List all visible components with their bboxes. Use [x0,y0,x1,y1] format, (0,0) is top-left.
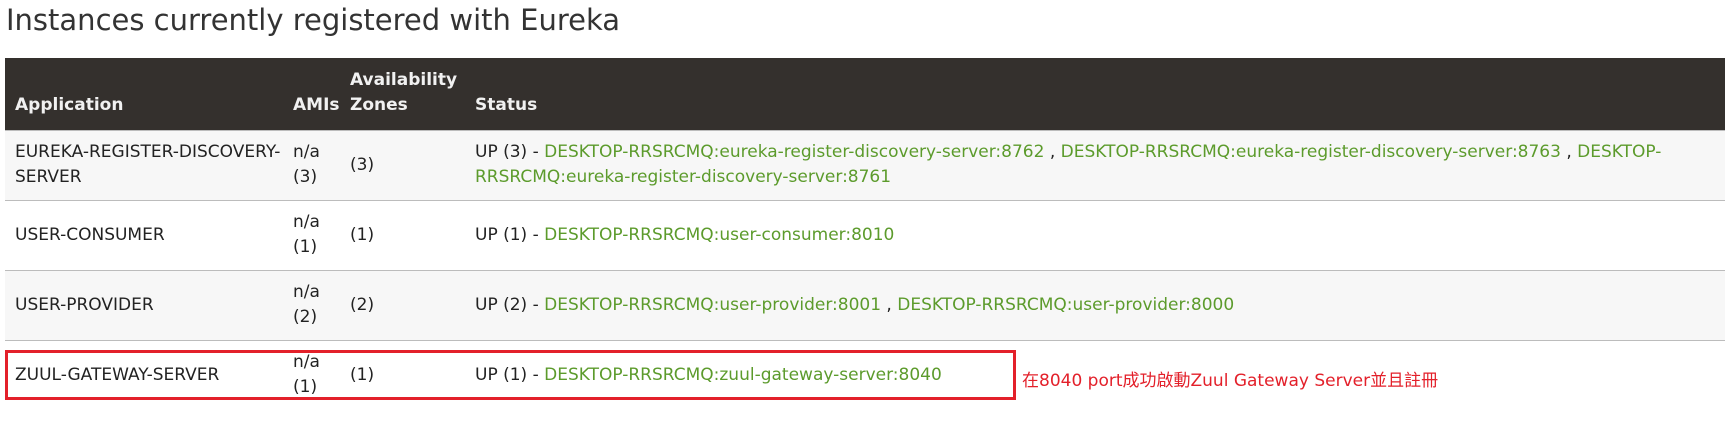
instance-link[interactable]: DESKTOP-RRSRCMQ:user-consumer:8010 [544,225,894,245]
column-header-availability-zones: Availability Zones [340,58,465,130]
status-cell: UP (2) - DESKTOP-RRSRCMQ:user-provider:8… [465,269,1725,340]
table-row: USER-PROVIDER n/a (2) (2) UP (2) - DESKTO… [5,269,1725,340]
amis-count: (2) [293,307,318,327]
amis-cell: n/a (1) [283,199,340,270]
link-separator: , [1044,142,1061,162]
instance-link[interactable]: DESKTOP-RRSRCMQ:user-provider:8000 [897,295,1234,315]
table-header-row: Application AMIs Availability Zones Statu… [5,58,1725,130]
column-header-status: Status [475,94,538,115]
zones-cell: (3) [340,129,465,200]
zones-cell: (2) [340,269,465,340]
zones-header-line2: Zones [350,94,408,115]
status-prefix: UP (3) - [475,142,545,162]
zones-header-line1: Availability [350,69,458,90]
page-title: Instances currently registered with Eure… [6,3,621,37]
table-row: EUREKA-REGISTER-DISCOVERY- SERVER n/a (3) … [5,129,1725,200]
application-cell: USER-CONSUMER [5,199,283,270]
application-name-cont: SERVER [15,167,82,187]
column-header-application: Application [15,94,124,115]
amis-value: n/a [293,212,320,232]
status-cell: UP (1) - DESKTOP-RRSRCMQ:user-consumer:8… [465,199,1725,270]
table-row: USER-CONSUMER n/a (1) (1) UP (1) - DESKTO… [5,199,1725,270]
amis-value: n/a [293,282,320,302]
amis-count: (1) [293,237,318,257]
amis-count: (3) [293,167,318,187]
annotation-text: 在8040 port成功啟動Zuul Gateway Server並且註冊 [1022,371,1439,391]
status-prefix: UP (2) - [475,294,545,315]
instance-link[interactable]: DESKTOP-RRSRCMQ:eureka-register-discover… [1061,142,1561,162]
zones-cell: (1) [340,199,465,270]
status-cell: UP (3) - DESKTOP-RRSRCMQ:eureka-register… [465,129,1725,200]
application-cell: USER-PROVIDER [5,269,283,340]
instance-link[interactable]: DESKTOP-RRSRCMQ:eureka-register-discover… [544,142,1044,162]
application-name: EUREKA-REGISTER-DISCOVERY- [15,142,281,162]
application-cell: EUREKA-REGISTER-DISCOVERY- SERVER [5,129,283,200]
amis-cell: n/a (3) [283,129,340,200]
link-separator: , [1560,142,1578,162]
amis-value: n/a [293,142,320,162]
highlight-box [5,350,1016,400]
column-header-amis: AMIs [293,94,340,115]
amis-cell: n/a (2) [283,269,340,340]
instance-link[interactable]: DESKTOP-RRSRCMQ:user-provider:8001 [544,295,881,315]
status-prefix: UP (1) - [475,224,545,245]
link-separator: , [881,294,898,315]
